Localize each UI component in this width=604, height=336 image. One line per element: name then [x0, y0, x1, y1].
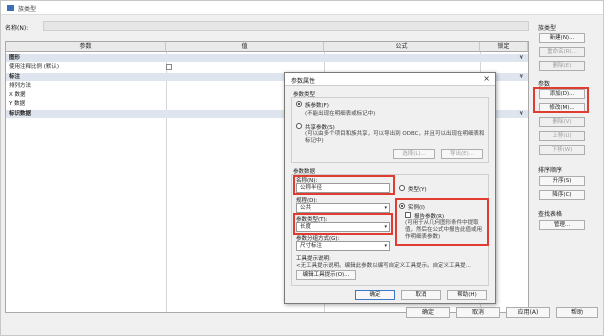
move-up-button[interactable]: 上移(U) [539, 131, 585, 141]
move-down-button[interactable]: 下移(W) [539, 145, 585, 155]
group-select[interactable]: 尺寸标注 ▾ [296, 241, 390, 251]
dialog-title: 参数属性 [291, 78, 316, 85]
family-types-label: 族类型 [538, 25, 557, 32]
type-name-dropdown[interactable] [43, 21, 529, 31]
param-name: X 数据 [9, 92, 26, 98]
dialog-title-bar: 参数属性 × [285, 73, 495, 86]
group-label: 标注 [9, 74, 21, 80]
revit-app-icon [7, 5, 14, 11]
param-name: Y 数据 [9, 101, 26, 107]
name-label: 名称(N): [5, 25, 29, 32]
group-value: 尺寸标注 [300, 243, 323, 249]
right-panel: 族类型 新建(N)... 重命名(R)... 删除(E) 参数 添加(D)...… [534, 23, 598, 263]
remove-parameter-button[interactable]: 删除(V) [539, 117, 585, 127]
window-title: 族类型 [18, 6, 37, 13]
parameter-properties-dialog: 参数属性 × 参数类型 族参数(F) (不能出现在明细表或标记中) 共享参数(S… [284, 72, 496, 304]
sort-ascending-button[interactable]: 升序(S) [539, 176, 585, 186]
cancel-button[interactable]: 取消 [456, 307, 500, 318]
highlight-instance-box [395, 198, 489, 246]
sort-order-label: 排序顺序 [538, 167, 563, 174]
type-radio-label: 类型(Y) [408, 187, 427, 193]
family-param-label: 族参数(F) [305, 103, 329, 109]
shared-param-label: 共享参数(S) [305, 125, 335, 131]
highlight-name-box [293, 175, 395, 195]
chevron-down-icon: ▾ [384, 205, 387, 211]
shared-param-desc: (可以由多个项目和族共享，可以导出到 ODBC，并且可以出现在明细表和标记中) [305, 131, 485, 144]
group-label: 图形 [9, 55, 21, 61]
param-name: 使用注释比例 (默认) [9, 64, 60, 70]
lookup-tables-label: 查找表格 [538, 211, 563, 218]
title-bar: 族类型 [1, 1, 603, 15]
column-header-parameter[interactable]: 参数 [6, 42, 166, 52]
select-button[interactable]: 选择(L)... [393, 149, 435, 159]
shared-param-radio[interactable] [296, 123, 302, 129]
export-button[interactable]: 导出(E)... [441, 149, 483, 159]
collapse-toggle-icon[interactable]: ¥ [520, 54, 524, 62]
family-param-radio[interactable] [296, 101, 302, 107]
column-header-value[interactable]: 值 [166, 42, 324, 52]
collapse-toggle-icon[interactable]: ¥ [520, 73, 524, 81]
discipline-value: 公共 [300, 205, 312, 211]
rename-type-button[interactable]: 重命名(R)... [539, 47, 585, 57]
close-icon[interactable]: × [483, 74, 490, 83]
param-name: 排列方法 [9, 83, 32, 89]
ok-button[interactable]: 确定 [406, 307, 450, 318]
apply-button[interactable]: 应用(A) [506, 307, 550, 318]
edit-tooltip-button[interactable]: 编辑工具提示(O)... [296, 270, 356, 280]
chevron-down-icon: ▾ [384, 243, 387, 249]
family-param-desc: (不能出现在明细表或标记中) [305, 111, 376, 117]
group-label: 标识数据 [9, 111, 32, 117]
highlight-param-type-box [293, 213, 393, 235]
column-header-lock[interactable]: 锁定 [480, 42, 528, 52]
help-button[interactable]: 帮助 [556, 307, 598, 318]
sort-descending-button[interactable]: 降序(C) [539, 190, 585, 200]
delete-type-button[interactable]: 删除(E) [539, 61, 585, 71]
dialog-cancel-button[interactable]: 取消 [401, 290, 441, 300]
new-type-button[interactable]: 新建(N)... [539, 33, 585, 43]
collapse-toggle-icon[interactable]: ¥ [520, 110, 524, 118]
dialog-ok-button[interactable]: 确定 [355, 290, 395, 300]
table-row[interactable]: 使用注释比例 (默认) [6, 63, 528, 71]
type-radio[interactable] [399, 185, 405, 191]
dialog-help-button[interactable]: 帮助(H) [447, 290, 487, 300]
discipline-select[interactable]: 公共 ▾ [296, 203, 390, 213]
group-graphics[interactable]: 图形 ¥ [6, 54, 528, 62]
tooltip-text: <无工具提示说明。编辑此参数以编写自定义工具提示。自定义工具提... [296, 263, 471, 269]
column-header-formula[interactable]: 公式 [324, 42, 480, 52]
value-checkbox[interactable] [166, 64, 172, 70]
highlight-params-box [533, 87, 589, 113]
manage-lookup-button[interactable]: 管理... [539, 220, 585, 230]
